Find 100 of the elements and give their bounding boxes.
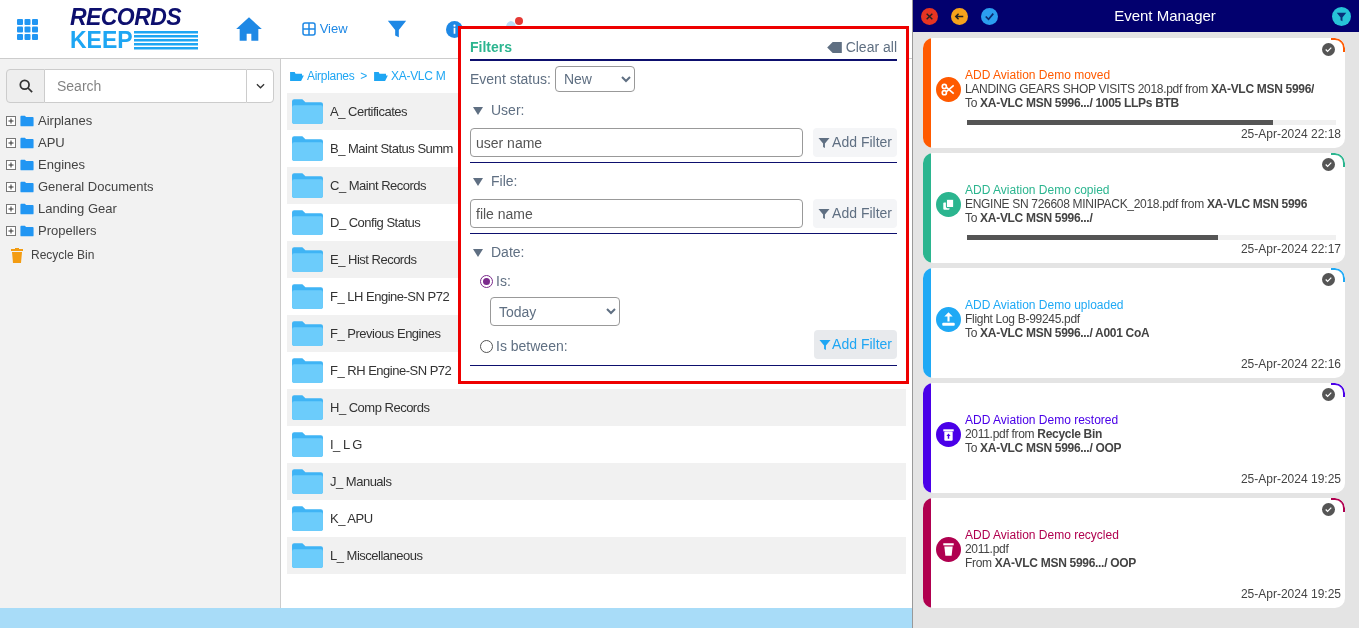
folder-icon (20, 137, 34, 149)
field-label: Event status: (470, 69, 551, 89)
folder-name: B_ Maint Status Summ (330, 139, 453, 158)
check-icon[interactable] (981, 7, 998, 25)
event-card[interactable]: ADD Aviation Demo copied ENGINE SN 726608 MINIPACK_2018.pdf from XA-VLC MSN 5996 To XA-VLC MSN 5996.../ 25-Apr-2024 22:17 (923, 153, 1345, 263)
tree-item[interactable]: Propellers (38, 221, 97, 241)
grid-icon (301, 22, 316, 36)
search-button[interactable] (6, 69, 45, 103)
expand-icon[interactable] (6, 226, 16, 236)
expand-icon[interactable] (6, 182, 16, 192)
folder-name: I_ L G (330, 435, 362, 454)
expand-icon[interactable] (6, 138, 16, 148)
event-detail: From XA-VLC MSN 5996.../ OOP (965, 556, 1136, 570)
filter-icon[interactable] (1332, 6, 1351, 26)
folder-row[interactable]: J_ Manuals (287, 463, 906, 500)
event-card[interactable]: ADD Aviation Demo restored 2011.pdf from Recycle Bin To XA-VLC MSN 5996.../ OOP 25-Apr-2024 19:25 (923, 383, 1345, 493)
folder-name: F_ Previous Engines (330, 324, 441, 343)
folder-icon (20, 203, 34, 215)
caret-down-icon[interactable] (473, 247, 483, 258)
clear-all-button[interactable]: Clear all (826, 37, 897, 58)
folder-name: F_ LH Engine-SN P72 (330, 287, 450, 306)
apps-grid-icon[interactable] (17, 18, 38, 40)
folder-name: L_ Miscellaneous (330, 546, 423, 565)
check-circle-icon[interactable] (1322, 43, 1335, 56)
panel-title: Event Manager (1113, 5, 1217, 26)
event-detail: ENGINE SN 726608 MINIPACK_2018.pdf from XA-VLC MSN 5996 (965, 197, 1308, 211)
search-icon (18, 79, 33, 93)
radio-button[interactable] (480, 275, 493, 288)
folder-row[interactable]: L_ Miscellaneous (287, 537, 906, 574)
tree-item[interactable]: Engines (38, 155, 85, 175)
folder-icon (291, 431, 324, 458)
caret-down-icon[interactable] (473, 176, 483, 187)
upload-icon (936, 306, 961, 332)
tree-item[interactable]: APU (38, 133, 65, 153)
close-icon[interactable] (921, 7, 938, 25)
event-card[interactable]: ADD Aviation Demo uploaded Flight Log B-99245.pdf To XA-VLC MSN 5996.../ A001 CoA 25-Apr-2024 22:16 (923, 268, 1345, 378)
expand-icon[interactable] (6, 204, 16, 214)
section-label: Date: (491, 243, 525, 262)
folder-name: E_ Hist Records (330, 250, 417, 269)
date-select[interactable]: Today (490, 297, 620, 326)
radio-label: Is: (496, 272, 511, 291)
filter-icon (818, 137, 831, 148)
event-detail: LANDING GEARS SHOP VISITS 2018.pdf from XA-VLC MSN 5996/ (965, 82, 1315, 96)
folder-icon (20, 225, 34, 237)
radio-label: Is between: (496, 337, 568, 356)
event-detail: Flight Log B-99245.pdf (965, 312, 1081, 326)
folder-icon (291, 246, 324, 273)
check-circle-icon[interactable] (1322, 273, 1335, 286)
folder-name: D_ Config Status (330, 213, 421, 232)
scissors-icon (936, 76, 961, 102)
logo-stripes-icon (133, 30, 198, 51)
folder-icon (291, 468, 324, 495)
check-circle-icon[interactable] (1322, 503, 1335, 516)
check-circle-icon[interactable] (1322, 388, 1335, 401)
filters-title: Filters (470, 38, 512, 57)
folder-row[interactable]: H_ Comp Records (287, 389, 906, 426)
text-field[interactable]: file name (470, 199, 804, 228)
add-filter-button[interactable]: Add Filter (813, 199, 897, 228)
folder-icon (289, 70, 304, 82)
folder-icon (291, 357, 324, 384)
folder-icon (20, 115, 34, 127)
folder-name: A_ Certificates (330, 102, 408, 121)
status-select[interactable]: New (554, 66, 635, 92)
tree-item[interactable]: Airplanes (38, 111, 93, 131)
logo-text: KEEP (70, 29, 133, 52)
expand-icon[interactable] (6, 116, 16, 126)
radio-button[interactable] (480, 340, 493, 353)
filter-icon[interactable] (385, 18, 408, 40)
folder-icon (291, 505, 324, 532)
text-field[interactable]: user name (470, 128, 804, 157)
event-detail: To XA-VLC MSN 5996.../ A001 CoA (965, 326, 1150, 340)
event-card[interactable]: ADD Aviation Demo moved LANDING GEARS SHOP VISITS 2018.pdf from XA-VLC MSN 5996/ To XA-VLC MSN 5996.../ 1005 LLPs BTB 25-Apr-2024 22:18 (923, 38, 1345, 148)
folder-icon (20, 159, 34, 171)
search-field[interactable]: Search (45, 69, 246, 103)
section-label: File: (491, 172, 518, 191)
tree-item[interactable]: General Documents (38, 177, 154, 197)
event-time: 25-Apr-2024 22:17 (1240, 241, 1341, 258)
folder-icon (291, 542, 324, 569)
event-detail: To XA-VLC MSN 5996.../ (965, 211, 1094, 225)
folder-name: J_ Manuals (330, 472, 392, 491)
eraser-icon (826, 42, 842, 53)
check-circle-icon[interactable] (1322, 158, 1335, 171)
folder-name: H_ Comp Records (330, 398, 430, 417)
event-title: ADD Aviation Demo moved (965, 68, 1112, 82)
breadcrumb-separator: > (360, 68, 368, 85)
tree-item[interactable]: Recycle Bin (31, 246, 95, 264)
expand-icon[interactable] (6, 160, 16, 170)
event-card[interactable]: ADD Aviation Demo recycled 2011.pdf From XA-VLC MSN 5996.../ OOP 25-Apr-2024 19:25 (923, 498, 1345, 608)
filter-icon (819, 339, 832, 350)
filter-icon (818, 208, 831, 219)
folder-icon (291, 283, 324, 310)
caret-down-icon[interactable] (473, 105, 483, 116)
event-title: ADD Aviation Demo restored (965, 413, 1120, 427)
copy-icon (936, 191, 961, 217)
folder-icon (20, 181, 34, 193)
add-filter-button[interactable]: Add Filter (813, 128, 897, 157)
view-button[interactable]: View (301, 19, 348, 39)
event-time: 25-Apr-2024 22:18 (1240, 126, 1341, 143)
event-detail: 2011.pdf from Recycle Bin (965, 427, 1104, 441)
tree-item[interactable]: Landing Gear (38, 199, 117, 219)
